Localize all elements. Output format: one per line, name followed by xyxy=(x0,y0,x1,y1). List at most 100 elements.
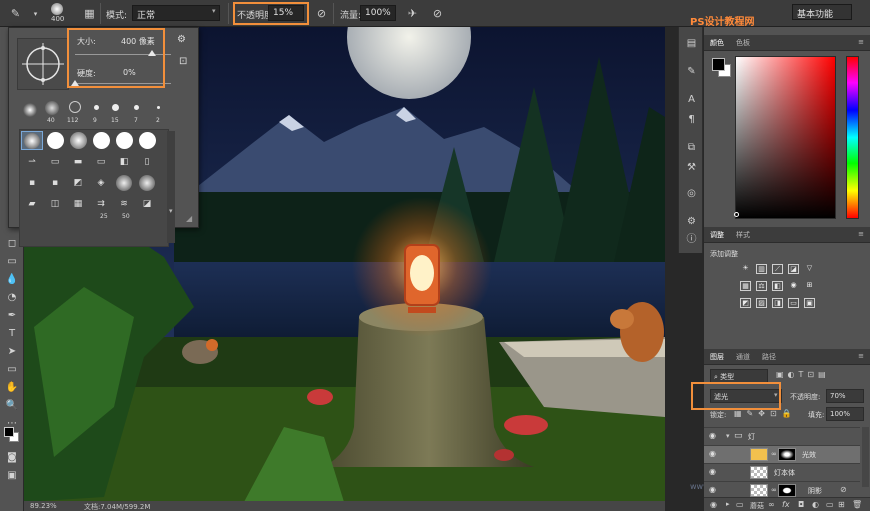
paragraph-panel-icon[interactable]: ¶ xyxy=(684,113,699,127)
layer-kind-filter[interactable]: ⌕ 类型 xyxy=(710,369,768,383)
brush-preset-soft-round-selected[interactable] xyxy=(21,131,43,150)
brush-angle-preview[interactable] xyxy=(17,38,69,90)
recent-brush-icon[interactable] xyxy=(112,104,119,111)
brush-preset-soft-round[interactable] xyxy=(113,173,135,192)
brush-preset-tip[interactable]: ▪ xyxy=(21,173,43,192)
color-field[interactable] xyxy=(735,56,836,219)
hue-slider[interactable] xyxy=(846,56,859,219)
tool-presets-icon[interactable]: ⚒ xyxy=(684,161,699,175)
screen-mode-icon[interactable]: ▣ xyxy=(4,469,20,483)
selective-color-icon[interactable]: ▣ xyxy=(804,298,815,308)
pen-tool-icon[interactable]: ✒ xyxy=(4,309,20,323)
dodge-tool-icon[interactable]: ◔ xyxy=(4,291,20,305)
tab-layers[interactable]: 图层 xyxy=(710,352,724,362)
brush-preset-tip[interactable]: ◧ xyxy=(113,152,135,171)
adjustment-layer-icon[interactable]: ◐ xyxy=(812,500,819,509)
brush-panel-icon[interactable]: ✎ xyxy=(684,65,699,79)
layer-row-group-lamp[interactable]: ◉ ▾ ▭ 灯 xyxy=(704,427,860,445)
brush-preset-tip[interactable]: ◈ xyxy=(90,173,112,192)
tab-channels[interactable]: 通道 xyxy=(736,352,750,362)
brush-preset-tip[interactable]: ⇉ xyxy=(90,194,112,213)
layer-row-lamp-body[interactable]: ◉ 灯本体 xyxy=(704,463,860,481)
photo-filter-icon[interactable]: ◉ xyxy=(788,281,799,291)
panel-menu-icon[interactable]: ≡ xyxy=(858,230,864,238)
type-tool-icon[interactable]: T xyxy=(4,327,20,341)
add-mask-icon[interactable]: ◘ xyxy=(798,500,804,509)
picker-settings-icon[interactable]: ⚙ xyxy=(177,34,186,45)
recent-brush-icon[interactable] xyxy=(69,101,81,113)
exposure-icon[interactable]: ◪ xyxy=(788,264,799,274)
brush-tool-icon[interactable]: ✎ xyxy=(6,4,25,23)
flow-input[interactable]: 100% xyxy=(360,5,396,21)
brush-preset-tip[interactable]: ▦ xyxy=(67,194,89,213)
brightness-icon[interactable]: ☀ xyxy=(740,264,751,274)
visibility-eye-icon[interactable]: ◉ xyxy=(709,468,719,476)
tab-swatches[interactable]: 色板 xyxy=(736,38,750,48)
layer-effects-icon[interactable]: ⊘ xyxy=(840,485,847,494)
brush-preset-grid[interactable]: ⇀ ▭ ▬ ▭ ◧ ▯ ▪ ▪ ◩ ◈ ▰ ◫ ▦ ⇉ ≋ ◪ 25 50 xyxy=(19,129,169,247)
history-icon[interactable]: ▤ xyxy=(684,37,699,51)
brush-preset-tip[interactable]: ▭ xyxy=(44,152,66,171)
brush-preset-tip[interactable]: ◪ xyxy=(136,194,158,213)
brush-preset-hard-round[interactable] xyxy=(90,131,112,150)
layer-mask-thumbnail[interactable] xyxy=(778,448,796,461)
resize-grip-icon[interactable]: ◢ xyxy=(186,214,192,223)
brush-preset-tip[interactable]: ◫ xyxy=(44,194,66,213)
recent-brush-icon[interactable] xyxy=(134,105,139,110)
brush-preset-tip[interactable]: ▪ xyxy=(44,173,66,192)
brush-preset-tip[interactable]: ▬ xyxy=(67,152,89,171)
layer-opacity-input[interactable]: 70% xyxy=(826,389,864,403)
doc-size-readout[interactable]: 文档:7.04M/599.2M xyxy=(84,502,150,511)
brush-preset-hard-round[interactable] xyxy=(113,131,135,150)
layers-scrollbar[interactable] xyxy=(862,427,869,487)
curves-icon[interactable]: ⟋ xyxy=(772,264,783,274)
threshold-icon[interactable]: ◨ xyxy=(772,298,783,308)
recent-brush-icon[interactable] xyxy=(23,103,37,117)
character-panel-icon[interactable]: A xyxy=(684,93,699,107)
brush-preset-tip[interactable]: ▯ xyxy=(136,152,158,171)
properties-icon[interactable]: ⚙ xyxy=(684,215,699,229)
new-group-icon[interactable]: ▭ xyxy=(826,500,834,509)
scroll-down-icon[interactable]: ▾ xyxy=(169,207,173,215)
visibility-eye-icon[interactable]: ◉ xyxy=(709,432,719,440)
tab-styles[interactable]: 样式 xyxy=(736,230,750,240)
color-balance-icon[interactable]: ⚖ xyxy=(756,281,767,291)
visibility-eye-icon[interactable]: ◉ xyxy=(709,486,719,494)
tab-adjustments[interactable]: 调整 xyxy=(710,230,724,240)
blur-tool-icon[interactable]: 💧 xyxy=(4,273,20,287)
pressure-size-icon[interactable]: ⊘ xyxy=(428,4,447,23)
invert-icon[interactable]: ◩ xyxy=(740,298,751,308)
brush-preview-icon[interactable] xyxy=(51,3,63,15)
info-icon[interactable]: ⓘ xyxy=(684,233,699,247)
new-preset-icon[interactable]: ⊡ xyxy=(179,56,187,67)
brush-preset-soft-round[interactable] xyxy=(136,173,158,192)
color-picker-handle[interactable] xyxy=(734,212,739,217)
brush-panel-toggle-icon[interactable]: ▦ xyxy=(80,4,99,23)
new-layer-icon[interactable]: ⊞ xyxy=(838,500,845,509)
mask-link-icon[interactable]: ∞ xyxy=(771,486,777,494)
foreground-color-chip[interactable] xyxy=(712,58,725,71)
shape-tool-icon[interactable]: ▭ xyxy=(4,363,20,377)
group-expand-icon[interactable]: ▾ xyxy=(726,432,730,440)
tab-color[interactable]: 颜色 xyxy=(710,38,724,48)
mode-select[interactable]: 正常 xyxy=(132,5,220,21)
gradient-tool-icon[interactable]: ▭ xyxy=(4,255,20,269)
pressure-opacity-icon[interactable]: ⊘ xyxy=(312,4,331,23)
path-select-tool-icon[interactable]: ➤ xyxy=(4,345,20,359)
brush-preset-soft-round[interactable] xyxy=(67,131,89,150)
fx-icon[interactable]: fx xyxy=(782,500,790,509)
layer-filter-icons[interactable]: ▣◐T⊡▤ xyxy=(776,370,830,379)
quick-mask-icon[interactable]: ◙ xyxy=(4,451,20,465)
black-white-icon[interactable]: ◧ xyxy=(772,281,783,291)
layer-row-glow[interactable]: ◉ ∞ 光效 xyxy=(704,445,860,463)
brush-preset-tip[interactable]: ◩ xyxy=(67,173,89,192)
panel-menu-icon[interactable]: ≡ xyxy=(858,38,864,46)
mask-link-icon[interactable]: ∞ xyxy=(771,450,777,458)
brush-preset-tip[interactable]: ⇀ xyxy=(21,152,43,171)
clone-source-icon[interactable]: ⧉ xyxy=(684,141,699,155)
brush-preset-hard-round[interactable] xyxy=(136,131,158,150)
zoom-readout[interactable]: 89.23% xyxy=(30,502,57,510)
delete-layer-icon[interactable]: 🗑 xyxy=(852,500,862,509)
lock-icons[interactable]: ▦✎✥⊡🔒 xyxy=(734,409,797,418)
brush-preset-tip[interactable]: ▰ xyxy=(21,194,43,213)
